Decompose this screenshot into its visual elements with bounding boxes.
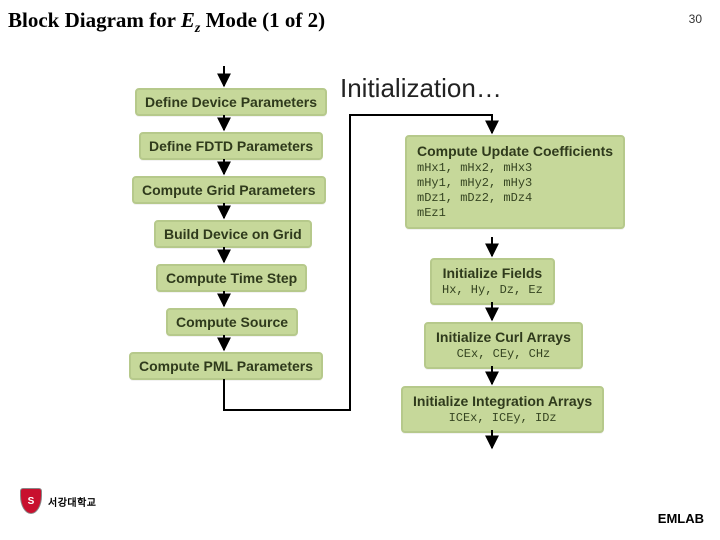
section-title: Initialization… (340, 73, 502, 104)
box-define-fdtd-params: Define FDTD Parameters (139, 132, 323, 160)
box-init-integration: Initialize Integration Arrays ICEx, ICEy… (401, 386, 604, 433)
lab-name: EMLAB (658, 511, 704, 526)
init-curl-title: Initialize Curl Arrays (436, 329, 571, 345)
title-var: E (181, 8, 195, 32)
coeffs-line-1: mHx1, mHx2, mHx3 (417, 161, 613, 176)
university-name: 서강대학교 (48, 494, 97, 509)
slide-number: 30 (689, 12, 702, 26)
init-integration-line: ICEx, ICEy, IDz (413, 411, 592, 426)
box-compute-pml: Compute PML Parameters (129, 352, 323, 380)
init-fields-line: Hx, Hy, Dz, Ez (442, 283, 543, 298)
box-define-device-params: Define Device Parameters (135, 88, 327, 116)
title-prefix: Block Diagram for (8, 8, 181, 32)
coeffs-line-3: mDz1, mDz2, mDz4 (417, 191, 613, 206)
box-compute-source: Compute Source (166, 308, 298, 336)
university-logo: S 서강대학교 (20, 488, 97, 514)
box-init-curl: Initialize Curl Arrays CEx, CEy, CHz (424, 322, 583, 369)
coeffs-line-2: mHy1, mHy2, mHy3 (417, 176, 613, 191)
box-init-fields: Initialize Fields Hx, Hy, Dz, Ez (430, 258, 555, 305)
box-compute-time-step: Compute Time Step (156, 264, 307, 292)
init-fields-title: Initialize Fields (442, 265, 543, 281)
init-integration-title: Initialize Integration Arrays (413, 393, 592, 409)
box-update-coeffs: Compute Update Coefficients mHx1, mHx2, … (405, 135, 625, 229)
box-compute-grid-params: Compute Grid Parameters (132, 176, 326, 204)
box-update-coeffs-title: Compute Update Coefficients (417, 143, 613, 159)
coeffs-line-4: mEz1 (417, 206, 613, 221)
box-build-device: Build Device on Grid (154, 220, 312, 248)
shield-icon: S (20, 488, 42, 514)
init-curl-line: CEx, CEy, CHz (436, 347, 571, 362)
slide-title: Block Diagram for Ez Mode (1 of 2) (8, 8, 325, 37)
title-suffix: Mode (1 of 2) (200, 8, 325, 32)
